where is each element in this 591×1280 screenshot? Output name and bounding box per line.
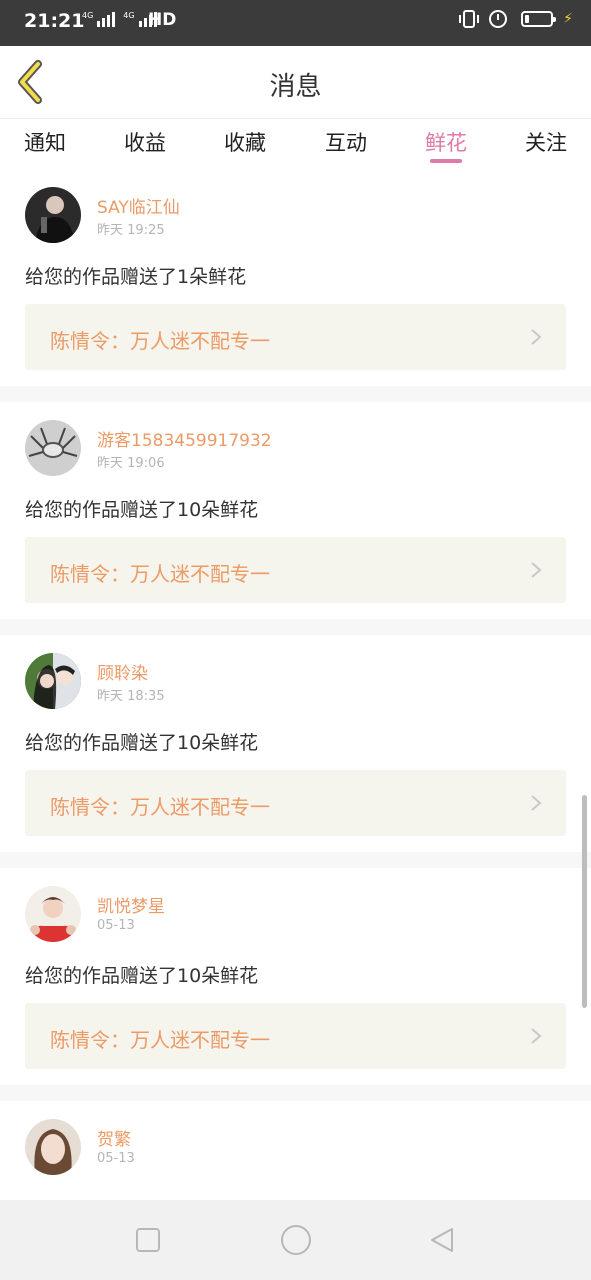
- back-icon[interactable]: [428, 1226, 456, 1254]
- gift-message: 给您的作品赠送了10朵鲜花: [25, 499, 259, 521]
- work-title: 陈情令：万人迷不配专一: [50, 562, 270, 586]
- avatar[interactable]: [25, 187, 81, 243]
- timestamp: 昨天 18:35: [97, 689, 165, 704]
- timestamp: 昨天 19:25: [97, 223, 165, 238]
- gift-message: 给您的作品赠送了1朵鲜花: [25, 266, 247, 288]
- alarm-icon: [489, 10, 508, 28]
- work-title: 陈情令：万人迷不配专一: [50, 329, 270, 353]
- work-title: 陈情令：万人迷不配专一: [50, 1028, 270, 1052]
- timestamp: 05-13: [97, 1151, 135, 1166]
- timestamp: 05-13: [97, 918, 135, 933]
- tab-bar: 通知 收益 收藏 互动 鲜花 关注: [0, 119, 591, 169]
- list-item: 顾聆染 昨天 18:35 给您的作品赠送了10朵鲜花 陈情令：万人迷不配专一: [0, 635, 591, 852]
- recent-apps-icon[interactable]: [134, 1226, 162, 1254]
- tab-flowers[interactable]: 鲜花: [411, 127, 481, 157]
- system-nav-bar: [0, 1200, 591, 1280]
- username[interactable]: 凯悦梦星: [97, 892, 165, 917]
- work-title: 陈情令：万人迷不配专一: [50, 795, 270, 819]
- chevron-right-icon: [531, 329, 542, 345]
- tab-following[interactable]: 关注: [511, 127, 581, 157]
- status-time: 21:21: [24, 10, 85, 32]
- chevron-right-icon: [531, 795, 542, 811]
- message-list[interactable]: SAY临江仙 昨天 19:25 给您的作品赠送了1朵鲜花 陈情令：万人迷不配专一…: [0, 169, 591, 1200]
- network-type-label-2: 4G: [123, 11, 135, 20]
- battery-icon: [521, 11, 557, 27]
- network-type-label: 4G: [82, 11, 94, 20]
- username[interactable]: SAY临江仙: [97, 193, 180, 218]
- work-link[interactable]: 陈情令：万人迷不配专一: [25, 304, 566, 370]
- timestamp: 昨天 19:06: [97, 456, 165, 471]
- page-title: 消息: [269, 72, 322, 102]
- username[interactable]: 贺繁: [97, 1125, 131, 1150]
- list-item: 凯悦梦星 05-13 给您的作品赠送了10朵鲜花 陈情令：万人迷不配专一: [0, 868, 591, 1085]
- active-tab-indicator: [430, 159, 462, 163]
- avatar[interactable]: [25, 653, 81, 709]
- work-link[interactable]: 陈情令：万人迷不配专一: [25, 770, 566, 836]
- avatar[interactable]: [25, 886, 81, 942]
- hd-label: HD: [148, 10, 177, 30]
- username[interactable]: 游客1583459917932: [97, 426, 272, 451]
- status-icons: ⚡: [459, 10, 573, 28]
- header: 消息: [0, 46, 591, 119]
- chevron-right-icon: [531, 562, 542, 578]
- tab-favorites[interactable]: 收藏: [210, 127, 280, 157]
- chevron-right-icon: [531, 1028, 542, 1044]
- tab-notifications[interactable]: 通知: [10, 127, 80, 157]
- list-item: 游客1583459917932 昨天 19:06 给您的作品赠送了10朵鲜花 陈…: [0, 402, 591, 619]
- username[interactable]: 顾聆染: [97, 659, 148, 684]
- list-item: 贺繁 05-13: [0, 1101, 591, 1200]
- scrollbar[interactable]: [582, 795, 587, 1008]
- work-link[interactable]: 陈情令：万人迷不配专一: [25, 1003, 566, 1069]
- avatar[interactable]: [25, 420, 81, 476]
- gift-message: 给您的作品赠送了10朵鲜花: [25, 965, 259, 987]
- gift-message: 给您的作品赠送了10朵鲜花: [25, 732, 259, 754]
- work-link[interactable]: 陈情令：万人迷不配专一: [25, 537, 566, 603]
- home-icon[interactable]: [280, 1224, 312, 1256]
- tab-interactions[interactable]: 互动: [311, 127, 381, 157]
- status-bar: 21:21 4G 4G HD ⚡: [0, 0, 591, 46]
- signal-icon: 4G 4G: [82, 12, 157, 27]
- avatar[interactable]: [25, 1119, 81, 1175]
- tab-earnings[interactable]: 收益: [110, 127, 180, 157]
- charging-icon: ⚡: [563, 11, 573, 27]
- list-item: SAY临江仙 昨天 19:25 给您的作品赠送了1朵鲜花 陈情令：万人迷不配专一: [0, 169, 591, 386]
- vibrate-icon: [459, 10, 480, 28]
